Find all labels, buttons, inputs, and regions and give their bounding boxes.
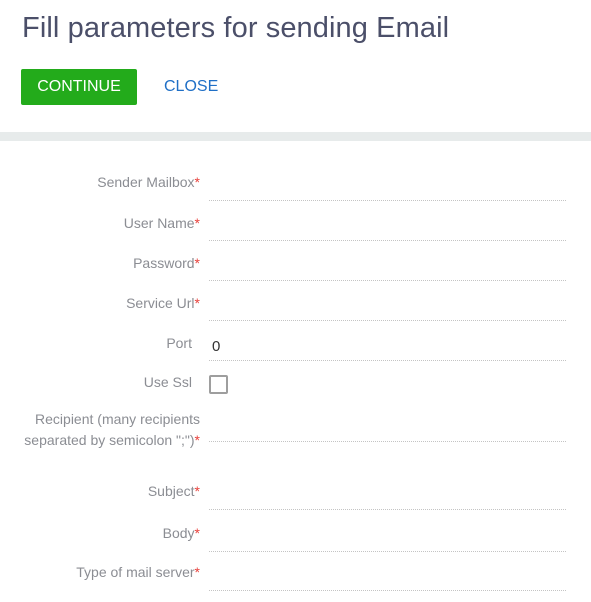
- mail-server-type-label: Type of mail server*: [76, 562, 200, 583]
- email-parameters-page: Fill parameters for sending Email CONTIN…: [0, 0, 591, 602]
- required-marker: *: [194, 432, 200, 448]
- required-marker: *: [194, 483, 200, 499]
- port-input[interactable]: [209, 333, 566, 361]
- password-input[interactable]: [209, 253, 566, 281]
- label-text: Type of mail server: [76, 564, 195, 580]
- required-marker: *: [194, 215, 200, 231]
- label-text: Password: [133, 255, 195, 271]
- user-name-input[interactable]: [209, 213, 566, 241]
- mail-server-type-input[interactable]: [209, 563, 566, 591]
- use-ssl-label: Use Ssl: [143, 374, 192, 390]
- body-input[interactable]: [209, 524, 566, 552]
- required-marker: *: [194, 174, 200, 190]
- body-label: Body*: [163, 523, 200, 544]
- subject-label: Subject*: [148, 481, 200, 502]
- required-marker: *: [194, 564, 200, 580]
- required-marker: *: [194, 525, 200, 541]
- required-marker: *: [194, 255, 200, 271]
- subject-input[interactable]: [209, 482, 566, 510]
- user-name-label: User Name*: [124, 213, 200, 234]
- label-text: User Name: [123, 215, 195, 231]
- page-title: Fill parameters for sending Email: [22, 12, 450, 44]
- header-divider: [0, 132, 591, 141]
- label-text: Sender Mailbox: [97, 174, 195, 190]
- label-text: Subject: [147, 483, 195, 499]
- continue-button[interactable]: CONTINUE: [21, 69, 137, 105]
- service-url-input[interactable]: [209, 293, 566, 321]
- required-marker: *: [194, 295, 200, 311]
- service-url-label: Service Url*: [126, 293, 200, 314]
- sender-mailbox-label: Sender Mailbox*: [97, 172, 200, 193]
- label-text: Service Url: [126, 295, 195, 311]
- close-button[interactable]: CLOSE: [154, 69, 228, 105]
- password-label: Password*: [133, 253, 200, 274]
- label-text: Recipient (many recipients separated by …: [24, 411, 200, 448]
- use-ssl-checkbox[interactable]: [209, 375, 228, 394]
- sender-mailbox-input[interactable]: [209, 173, 566, 201]
- label-text: Body: [162, 525, 195, 541]
- recipient-label: Recipient (many recipients separated by …: [20, 409, 200, 451]
- port-label: Port: [166, 335, 192, 351]
- recipient-input[interactable]: [209, 414, 566, 442]
